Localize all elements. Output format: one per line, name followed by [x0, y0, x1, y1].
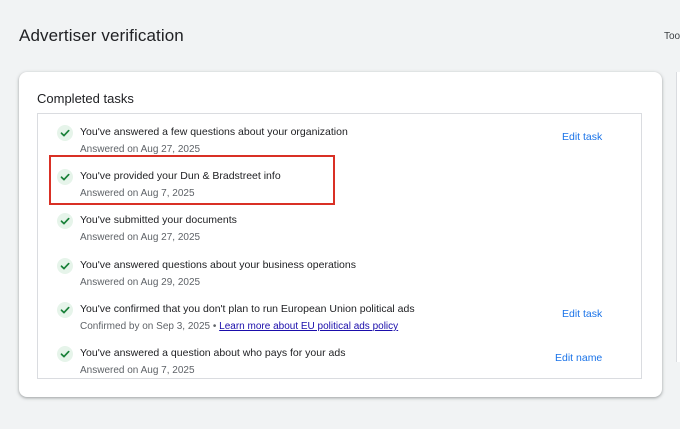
task-title: You've answered a few questions about yo… — [80, 126, 348, 138]
task-date: Answered on Aug 29, 2025 — [80, 277, 201, 288]
task-date: Answered on Aug 27, 2025 — [80, 232, 201, 243]
advertiser-verification-page: Advertiser verification Too Completed ta… — [0, 0, 680, 429]
task-date: Answered on Aug 27, 2025 — [80, 144, 201, 155]
task-list: You've answered a few questions about yo… — [37, 113, 642, 379]
card-title: Completed tasks — [37, 91, 134, 106]
check-icon — [57, 213, 73, 229]
task-date: Answered on Aug 7, 2025 — [80, 365, 195, 376]
task-item-business-operations: You've answered questions about your bus… — [38, 251, 641, 291]
task-title: You've provided your Dun & Bradstreet in… — [80, 170, 281, 182]
task-item-eu-political-ads: You've confirmed that you don't plan to … — [38, 295, 641, 335]
separator-dot: • — [212, 321, 217, 332]
check-icon — [57, 346, 73, 362]
check-icon — [57, 169, 73, 185]
task-date-line: Confirmed by on Sep 3, 2025 • Learn more… — [80, 321, 398, 332]
side-panel-edge — [676, 72, 680, 362]
edit-name-button[interactable]: Edit name — [555, 352, 602, 364]
completed-tasks-card: Completed tasks You've answered a few qu… — [19, 72, 662, 397]
task-date: Confirmed by on Sep 3, 2025 — [80, 321, 211, 332]
toolbar-cut-label[interactable]: Too — [664, 31, 680, 42]
task-title: You've submitted your documents — [80, 214, 237, 226]
eu-policy-link[interactable]: Learn more about EU political ads policy — [219, 321, 398, 332]
task-item-who-pays: You've answered a question about who pay… — [38, 339, 641, 379]
task-date: Answered on Aug 7, 2025 — [80, 188, 195, 199]
task-item-documents: You've submitted your documents Answered… — [38, 206, 641, 246]
task-title: You've answered a question about who pay… — [80, 347, 346, 359]
task-title: You've confirmed that you don't plan to … — [80, 303, 415, 315]
check-icon — [57, 258, 73, 274]
check-icon — [57, 302, 73, 318]
edit-task-button[interactable]: Edit task — [562, 131, 602, 143]
task-item-dun-bradstreet: You've provided your Dun & Bradstreet in… — [38, 162, 641, 202]
task-title: You've answered questions about your bus… — [80, 259, 356, 271]
task-item-organization: You've answered a few questions about yo… — [38, 118, 641, 158]
edit-task-button[interactable]: Edit task — [562, 308, 602, 320]
check-icon — [57, 125, 73, 141]
page-title: Advertiser verification — [19, 26, 184, 45]
